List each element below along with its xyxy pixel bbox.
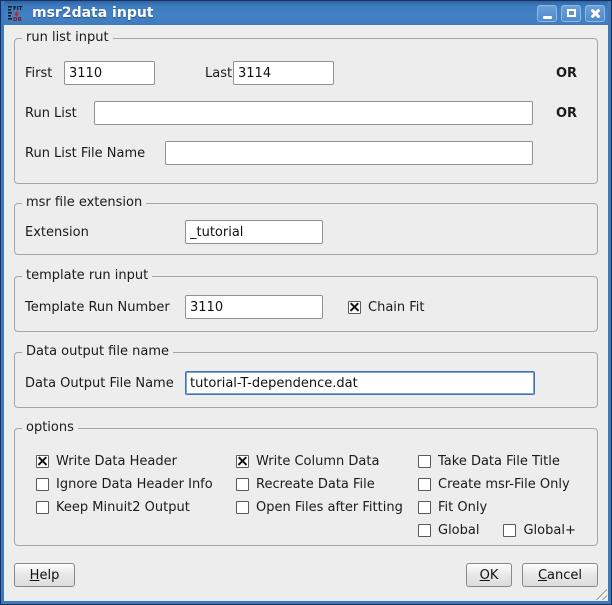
last-run-input[interactable]: [233, 61, 334, 85]
fit-db-app-icon: FIT DB: [7, 4, 25, 22]
data-output-file-name-label: Data Output File Name: [25, 376, 185, 391]
group-legend: run list input: [22, 30, 113, 46]
resize-grip[interactable]: [594, 587, 607, 600]
first-run-input[interactable]: [64, 61, 155, 85]
checkbox-label: Ignore Data Header Info: [56, 477, 213, 492]
group-legend: Data output file name: [22, 344, 173, 360]
run-list-file-name-label: Run List File Name: [25, 146, 165, 161]
write-data-header-checkbox[interactable]: Write Data Header: [36, 454, 177, 469]
checkbox-label: Global: [438, 523, 479, 538]
checkbox-box: [418, 501, 431, 514]
recreate-data-file-checkbox[interactable]: Recreate Data File: [236, 477, 375, 492]
help-button[interactable]: Help: [14, 563, 75, 587]
svg-text:DB: DB: [13, 17, 22, 22]
checkbox-label: Recreate Data File: [256, 477, 375, 492]
chain-fit-label: Chain Fit: [368, 300, 425, 315]
button-row: Help OK Cancel: [14, 563, 598, 587]
dialog-window: FIT DB msr2data input run list input Fir…: [0, 0, 612, 605]
checkbox-box: [36, 478, 49, 491]
extension-label: Extension: [25, 225, 185, 240]
button-label: elp: [39, 568, 59, 583]
close-button[interactable]: [585, 5, 605, 22]
close-icon: [590, 8, 601, 19]
or-label: OR: [556, 106, 577, 121]
template-run-number-label: Template Run Number: [25, 300, 185, 315]
or-label: OR: [556, 66, 577, 81]
first-label: First: [25, 66, 64, 81]
checkbox-box: [418, 478, 431, 491]
global-plus-checkbox[interactable]: Global+: [503, 523, 575, 538]
group-data-output-file-name: Data output file name Data Output File N…: [14, 352, 598, 408]
group-msr-file-extension: msr file extension Extension: [14, 203, 598, 255]
write-column-data-checkbox[interactable]: Write Column Data: [236, 454, 379, 469]
data-output-file-name-input[interactable]: [185, 371, 535, 395]
take-data-file-title-checkbox[interactable]: Take Data File Title: [418, 454, 560, 469]
checkbox-label: Open Files after Fitting: [256, 500, 403, 515]
maximize-button[interactable]: [561, 5, 581, 22]
window-title: msr2data input: [32, 5, 537, 21]
checkbox-box: [36, 455, 49, 468]
template-run-number-input[interactable]: [185, 295, 323, 319]
last-label: Last: [205, 66, 233, 81]
checkbox-box: [236, 455, 249, 468]
group-options: options Write Data Header Ignore Data He…: [14, 428, 598, 546]
checkbox-box: [236, 501, 249, 514]
checkbox-label: Take Data File Title: [438, 454, 560, 469]
button-label: K: [490, 568, 499, 583]
maximize-icon: [567, 9, 576, 17]
checkbox-box: [418, 524, 431, 537]
minimize-icon: [543, 16, 552, 19]
checkbox-box: [418, 455, 431, 468]
checkbox-label: Write Column Data: [256, 454, 379, 469]
run-list-input[interactable]: [94, 101, 533, 125]
checkbox-label: Write Data Header: [56, 454, 177, 469]
fit-only-checkbox[interactable]: Fit Only: [418, 500, 487, 515]
checkbox-label: Create msr-File Only: [438, 477, 570, 492]
checkbox-box: [348, 301, 361, 314]
checkbox-box: [236, 478, 249, 491]
run-list-file-name-input[interactable]: [165, 141, 533, 165]
keep-minuit2-output-checkbox[interactable]: Keep Minuit2 Output: [36, 500, 190, 515]
group-legend: template run input: [22, 268, 152, 284]
group-template-run-input: template run input Template Run Number C…: [14, 276, 598, 332]
run-list-label: Run List: [25, 106, 94, 121]
minimize-button[interactable]: [537, 5, 557, 22]
open-files-after-fitting-checkbox[interactable]: Open Files after Fitting: [236, 500, 403, 515]
create-msr-file-only-checkbox[interactable]: Create msr-File Only: [418, 477, 570, 492]
group-legend: options: [22, 420, 78, 436]
titlebar[interactable]: FIT DB msr2data input: [4, 1, 608, 25]
button-label: ancel: [547, 568, 582, 583]
checkbox-label: Global+: [523, 523, 575, 538]
checkbox-label: Fit Only: [438, 500, 487, 515]
group-run-list-input: run list input First Last OR Run List OR…: [14, 38, 598, 184]
extension-input[interactable]: [185, 220, 323, 244]
button-label: H: [30, 568, 40, 583]
button-label: C: [538, 568, 547, 583]
global-checkbox[interactable]: Global: [418, 523, 479, 538]
checkbox-box: [36, 501, 49, 514]
cancel-button[interactable]: Cancel: [522, 563, 598, 587]
chain-fit-checkbox[interactable]: Chain Fit: [348, 300, 425, 315]
dialog-content: run list input First Last OR Run List OR…: [4, 25, 608, 601]
ignore-data-header-info-checkbox[interactable]: Ignore Data Header Info: [36, 477, 213, 492]
svg-text:FIT: FIT: [13, 6, 23, 12]
button-label: O: [480, 568, 490, 583]
checkbox-box: [503, 524, 516, 537]
checkbox-label: Keep Minuit2 Output: [56, 500, 190, 515]
ok-button[interactable]: OK: [466, 563, 512, 587]
group-legend: msr file extension: [22, 195, 146, 211]
